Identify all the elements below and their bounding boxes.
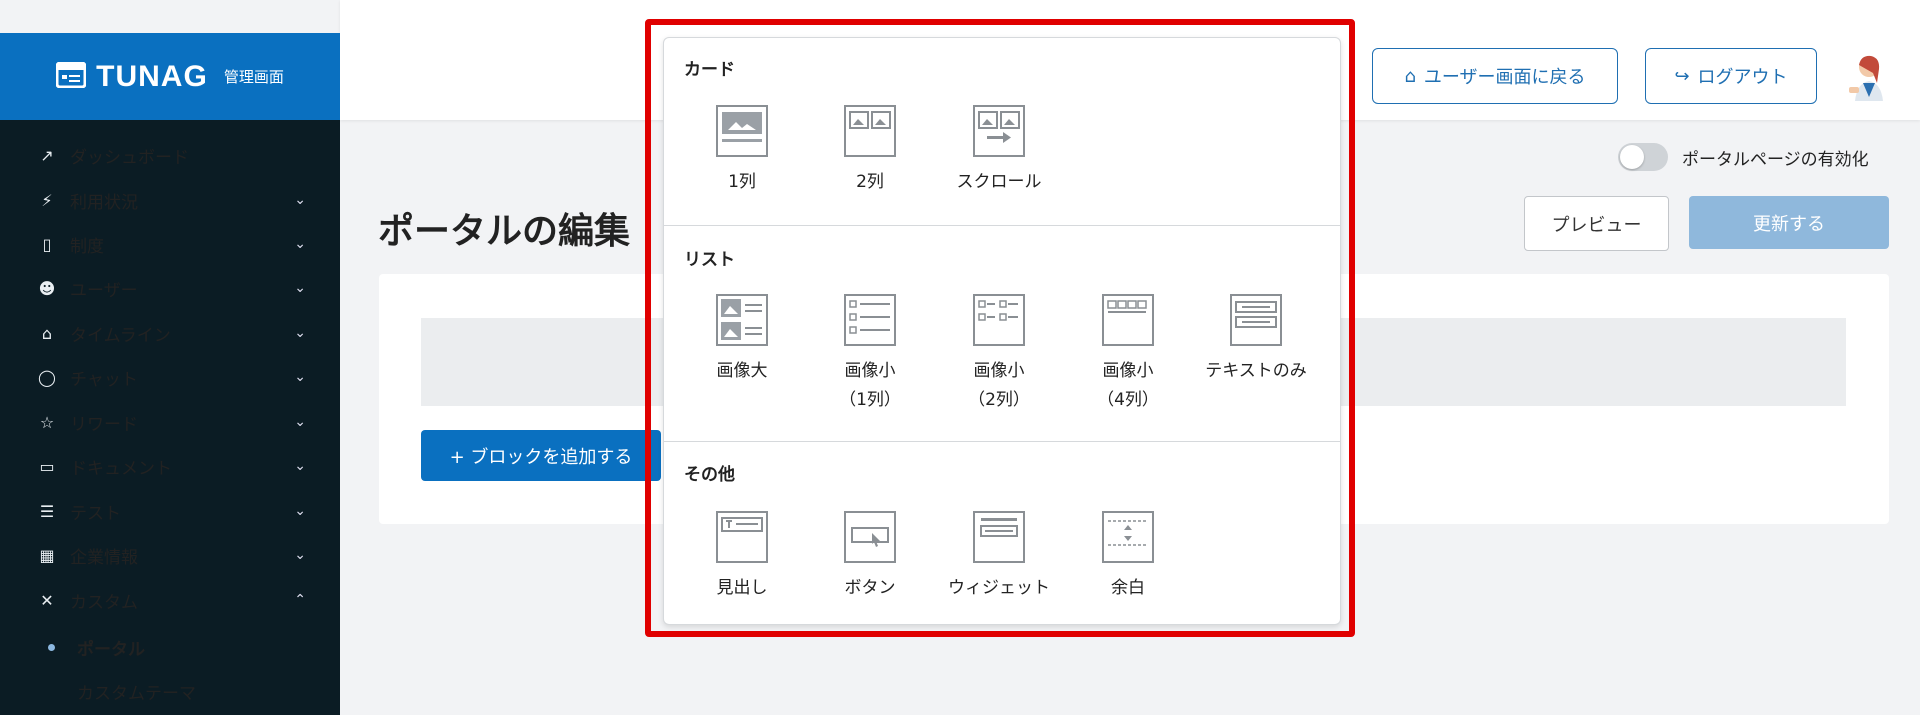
sidebar-item[interactable]: ◯ チャット ⌄ [36, 362, 306, 392]
chevron-down-icon: ⌄ [294, 280, 306, 296]
portal-enable-toggle[interactable] [1618, 143, 1668, 171]
sidebar-item[interactable]: ▦ 企業情報 ⌄ [36, 540, 306, 570]
sidebar-item-label: 利用状況 [70, 192, 138, 213]
logout-icon: ↪ [1674, 65, 1690, 87]
chevron-down-icon: ⌄ [294, 325, 306, 341]
tools-icon: ✕ [40, 590, 54, 610]
sidebar-subitem[interactable]: ポータル [36, 632, 306, 662]
users-icon: ☻ [38, 278, 56, 298]
avatar[interactable] [1845, 53, 1889, 101]
sidebar-item[interactable]: ⚡ 利用状況 ⌄ [36, 185, 306, 215]
portal-enable-toggle-row: ポータルページの有効化 [1618, 143, 1869, 171]
logout-button[interactable]: ↪ ログアウト [1645, 48, 1817, 104]
sidebar-item[interactable]: ☰ テスト ⌄ [36, 496, 306, 526]
active-dot-icon [48, 643, 55, 651]
logo-icon [55, 61, 87, 92]
book-icon: ▯ [42, 234, 52, 254]
back-to-user-screen-button[interactable]: ⌂ ユーザー画面に戻る [1372, 48, 1618, 104]
chevron-down-icon: ⌄ [294, 369, 306, 385]
sidebar-item-label: カスタム [70, 592, 138, 613]
sidebar-item-label: タイムライン [70, 325, 171, 346]
sidebar-item-label: ダッシュボード [70, 147, 189, 168]
sidebar-item-label: チャット [70, 369, 138, 390]
chevron-down-icon: ⌄ [294, 547, 306, 563]
brand[interactable]: TUNAG 管理画面 [0, 33, 340, 120]
home-icon: ⌂ [41, 323, 53, 343]
logout-button-label: ログアウト [1697, 67, 1788, 88]
sidebar-item[interactable]: ✕ カスタム ⌃ [36, 585, 306, 615]
sidebar-item[interactable]: ▭ ドキュメント ⌄ [36, 451, 306, 481]
sidebar-item[interactable]: ☻ ユーザー ⌄ [36, 273, 306, 303]
sidebar-item[interactable]: ↗ ダッシュボード [36, 140, 306, 170]
toggle-label: ポータルページの有効化 [1682, 149, 1869, 170]
star-icon: ☆ [39, 412, 55, 432]
sidebar-item-label: 制度 [70, 236, 104, 257]
chevron-down-icon: ⌄ [294, 236, 306, 252]
sidebar-item[interactable]: ⌂ タイムライン ⌄ [36, 318, 306, 348]
chat-icon: ◯ [38, 367, 56, 387]
sidebar-item-label: テスト [70, 503, 121, 524]
building-icon: ▦ [39, 545, 55, 565]
update-button[interactable]: 更新する [1689, 196, 1889, 249]
sidebar-item-label: 企業情報 [70, 547, 138, 568]
sidebar-item-label: ユーザー [70, 280, 138, 301]
page-title: ポータルの編集 [378, 211, 631, 252]
pulse-icon: ⚡ [41, 190, 53, 210]
back-button-label: ユーザー画面に戻る [1423, 67, 1586, 88]
chart-icon: ↗ [40, 145, 54, 165]
sidebar-item[interactable]: ☆ リワード ⌄ [36, 407, 306, 437]
preview-button[interactable]: プレビュー [1524, 196, 1669, 251]
sidebar-item-label: リワード [70, 414, 138, 435]
sidebar-subitem-label: カスタムテーマ [77, 683, 196, 704]
sidebar-subitem-label: ポータル [77, 639, 145, 660]
chevron-down-icon: ⌄ [294, 414, 306, 430]
brand-subtitle: 管理画面 [223, 68, 284, 86]
add-block-button[interactable]: + ブロックを追加する [421, 430, 661, 481]
chevron-up-icon: ⌃ [294, 592, 306, 608]
sidebar-item[interactable]: ▯ 制度 ⌄ [36, 229, 306, 259]
sidebar-subitem[interactable]: カスタムテーマ [36, 676, 306, 706]
highlight-frame [645, 19, 1355, 637]
list-icon: ☰ [39, 501, 55, 521]
brand-logo: TUNAG [96, 59, 208, 93]
home-icon: ⌂ [1404, 65, 1416, 87]
folder-icon: ▭ [39, 456, 55, 476]
sidebar-item-label: ドキュメント [70, 458, 172, 479]
chevron-down-icon: ⌄ [294, 458, 306, 474]
chevron-down-icon: ⌄ [294, 503, 306, 519]
chevron-down-icon: ⌄ [294, 192, 306, 208]
